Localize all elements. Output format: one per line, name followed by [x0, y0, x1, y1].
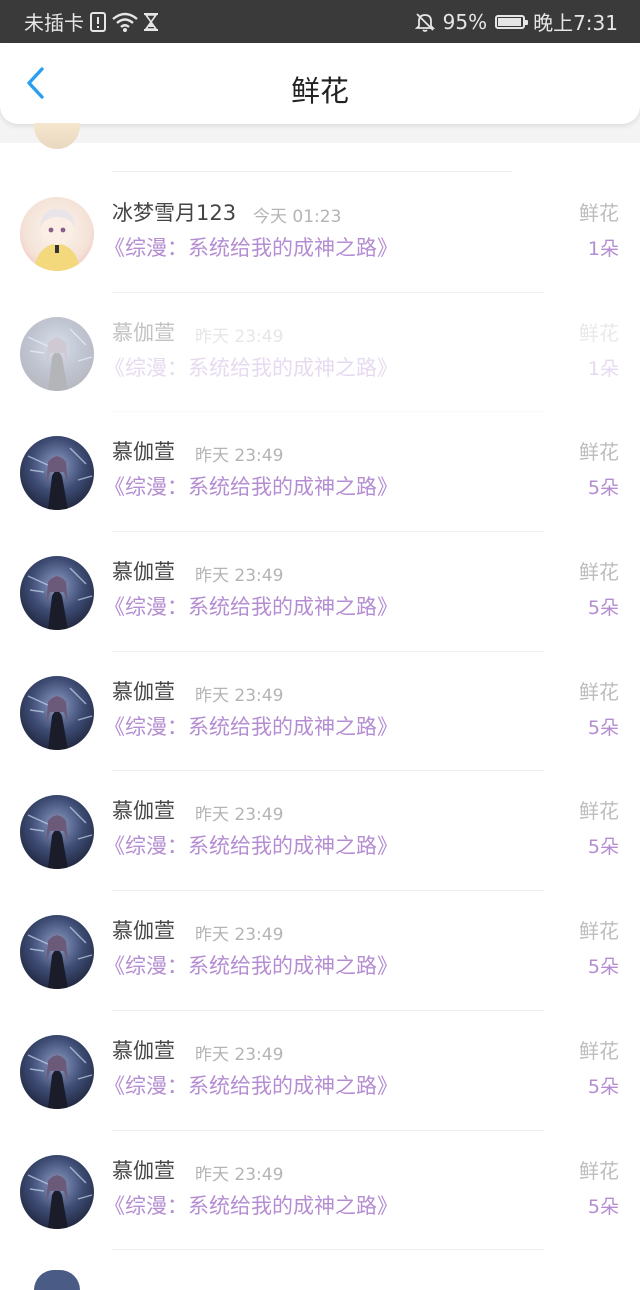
- divider: [112, 1249, 544, 1251]
- gift-count: 5朵: [587, 1075, 619, 1098]
- avatar[interactable]: [20, 1154, 94, 1229]
- battery-fill: [498, 17, 521, 26]
- book-title-link[interactable]: 《综漫：系统给我的成神之路》: [104, 1070, 398, 1100]
- avatar[interactable]: [20, 675, 94, 750]
- user-name: 慕伽萱: [112, 1038, 175, 1063]
- mute-bell-icon: [414, 12, 435, 32]
- avatar: [34, 123, 80, 149]
- page-title: 鲜花: [290, 74, 349, 108]
- list-item[interactable]: 慕伽萱 昨天 23:49 《综漫：系统给我的成神之路》 鲜花 5朵: [0, 652, 640, 772]
- wifi-icon: [112, 12, 138, 32]
- avatar[interactable]: [20, 436, 94, 511]
- status-left: 未插卡: [24, 0, 158, 43]
- gift-count: 5朵: [587, 477, 619, 500]
- gift-count: 5朵: [587, 956, 619, 979]
- avatar[interactable]: [20, 915, 94, 990]
- book-title-link[interactable]: 《综漫：系统给我的成神之路》: [104, 1190, 398, 1220]
- user-name: 慕伽萱: [112, 440, 175, 465]
- gift-type: 鲜花: [579, 1158, 619, 1183]
- list-item[interactable]: 冰梦雪月123 今天 01:23 《综漫：系统给我的成神之路》 鲜花 1朵: [0, 173, 640, 293]
- list-item[interactable]: 慕伽萱 昨天 23:49 《综漫：系统给我的成神之路》 鲜花 5朵: [0, 891, 640, 1011]
- avatar[interactable]: [20, 556, 94, 631]
- book-title-link[interactable]: 《综漫：系统给我的成神之路》: [104, 471, 398, 501]
- flower-list: 冰梦雪月123 今天 01:23 《综漫：系统给我的成神之路》 鲜花 1朵 慕伽萱 昨天 2…: [0, 123, 640, 1251]
- gift-count: 5朵: [587, 1195, 619, 1218]
- divider: [112, 171, 512, 172]
- avatar[interactable]: [20, 1034, 94, 1109]
- book-title-link[interactable]: 《综漫：系统给我的成神之路》: [104, 352, 398, 382]
- book-title-link[interactable]: 《综漫：系统给我的成神之路》: [104, 830, 398, 860]
- user-name: 慕伽萱: [112, 799, 175, 824]
- gift-type: 鲜花: [579, 1038, 619, 1063]
- gift-type: 鲜花: [579, 440, 619, 465]
- timestamp: 今天 01:23: [253, 207, 342, 227]
- status-right: 95% 晚上7:31: [414, 0, 618, 43]
- user-name: 冰梦雪月123: [112, 201, 237, 225]
- avatar[interactable]: [20, 197, 94, 271]
- user-name: 慕伽萱: [112, 679, 175, 704]
- hourglass-icon: [144, 12, 158, 32]
- user-name: 慕伽萱: [112, 1158, 175, 1183]
- gift-count: 5朵: [587, 716, 619, 739]
- list-item[interactable]: 慕伽萱 昨天 23:49 《综漫：系统给我的成神之路》 鲜花 5朵: [0, 532, 640, 652]
- gift-count: 5朵: [587, 597, 619, 620]
- header: 鲜花: [0, 43, 640, 143]
- avatar-partial: [34, 1270, 80, 1290]
- timestamp: 昨天 23:49: [195, 685, 284, 706]
- battery-icon: [495, 14, 529, 29]
- gift-type: 鲜花: [579, 560, 619, 585]
- user-name: 慕伽萱: [112, 560, 175, 585]
- timestamp: 昨天 23:49: [195, 1044, 284, 1065]
- gift-type: 鲜花: [579, 679, 619, 704]
- gift-type: 鲜花: [579, 201, 619, 225]
- book-title-link[interactable]: 《综漫：系统给我的成神之路》: [104, 711, 398, 741]
- gift-count: 1朵: [587, 357, 619, 380]
- avatar[interactable]: [20, 795, 94, 870]
- list-item[interactable]: 慕伽萱 昨天 23:49 《综漫：系统给我的成神之路》 鲜花 1朵: [0, 293, 640, 413]
- gift-count: 1朵: [587, 238, 619, 260]
- timestamp: 昨天 23:49: [195, 925, 284, 946]
- user-name: 慕伽萱: [112, 919, 175, 944]
- list-item[interactable]: 慕伽萱 昨天 23:49 《综漫：系统给我的成神之路》 鲜花 5朵: [0, 1011, 640, 1131]
- sim-alert-icon: [90, 11, 106, 32]
- header-card: 鲜花: [0, 43, 640, 124]
- status-time: 晚上7:31: [533, 11, 618, 35]
- timestamp: 昨天 23:49: [195, 805, 284, 826]
- book-title-link[interactable]: 《综漫：系统给我的成神之路》: [104, 232, 398, 262]
- list-item[interactable]: 慕伽萱 昨天 23:49 《综漫：系统给我的成神之路》 鲜花 5朵: [0, 412, 640, 533]
- list-item[interactable]: 慕伽萱 昨天 23:49 《综漫：系统给我的成神之路》 鲜花 5朵: [0, 771, 640, 892]
- timestamp: 昨天 23:49: [195, 446, 284, 467]
- timestamp: 昨天 23:49: [195, 326, 284, 347]
- user-name: 慕伽萱: [112, 320, 175, 345]
- battery-percent: 95%: [442, 9, 488, 34]
- gift-type: 鲜花: [579, 799, 619, 824]
- book-title-link[interactable]: 《综漫：系统给我的成神之路》: [104, 950, 398, 980]
- avatar[interactable]: [20, 316, 94, 391]
- gift-type: 鲜花: [579, 919, 619, 944]
- list-item[interactable]: 慕伽萱 昨天 23:49 《综漫：系统给我的成神之路》 鲜花 5朵: [0, 1131, 640, 1251]
- timestamp: 昨天 23:49: [195, 566, 284, 587]
- list-item-partial[interactable]: [0, 123, 640, 173]
- timestamp: 昨天 23:49: [195, 1164, 284, 1185]
- gift-type: 鲜花: [579, 320, 619, 345]
- book-title-link[interactable]: 《综漫：系统给我的成神之路》: [104, 591, 398, 621]
- list-rows: 冰梦雪月123 今天 01:23 《综漫：系统给我的成神之路》 鲜花 1朵 慕伽萱 昨天 2…: [0, 173, 640, 1251]
- status-bar: 未插卡 95% 晚上7:31: [0, 0, 640, 43]
- carrier-text: 未插卡: [24, 11, 84, 35]
- gift-count: 5朵: [587, 836, 619, 859]
